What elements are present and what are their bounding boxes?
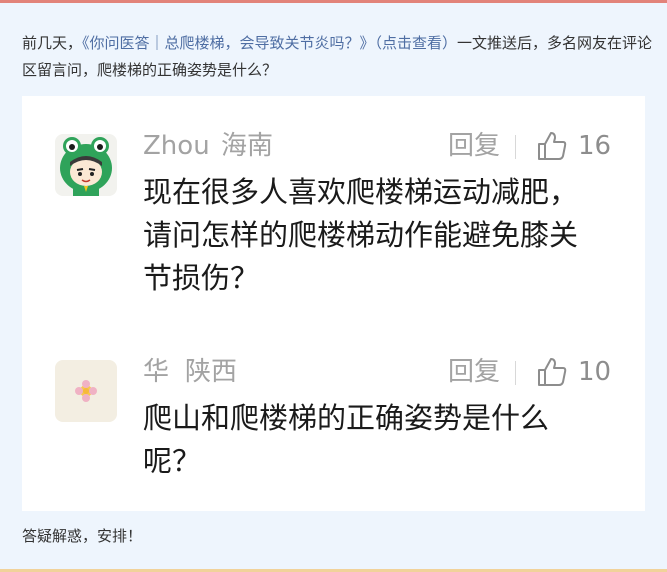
intro-prefix: 前几天，: [22, 34, 83, 52]
like-button[interactable]: 10: [536, 356, 636, 390]
footer-text: 答疑解惑，安排！: [22, 527, 143, 545]
intro-paragraph: 前几天，《你问医答｜总爬楼梯，会导致关节炎吗？》（点击查看）一文推送后，多名网友…: [22, 30, 654, 84]
action-divider: [515, 135, 516, 159]
thumbs-up-icon: [538, 358, 567, 386]
thumbs-up-icon: [538, 132, 567, 160]
reply-button[interactable]: 回复: [448, 356, 500, 388]
frog-hat-cartoon-avatar-icon[interactable]: [55, 134, 117, 196]
article-frame: 前几天，《你问医答｜总爬楼梯，会导致关节炎吗？》（点击查看）一文推送后，多名网友…: [0, 0, 667, 572]
like-count: 16: [578, 131, 612, 161]
comment-username[interactable]: 华: [143, 356, 169, 388]
article-link[interactable]: 《你问医答｜总爬楼梯，会导致关节炎吗？》（点击查看）: [82, 34, 457, 52]
flower-avatar-icon[interactable]: [55, 360, 117, 422]
action-divider: [515, 361, 516, 385]
like-button[interactable]: 16: [536, 130, 636, 164]
comment-text: 爬山和爬楼梯的正确姿势是什么呢？: [143, 401, 550, 478]
comment-text: 现在很多人喜欢爬楼梯运动减肥，请问怎样的爬楼梯动作能避免膝关节损伤？: [143, 175, 579, 295]
reply-button[interactable]: 回复: [448, 130, 500, 162]
comments-card: Zhou 海南 回复 16 现在很多人喜欢爬楼梯运动减肥，请问怎样的爬楼梯动作能…: [22, 96, 645, 511]
comment-location: 海南: [221, 131, 274, 161]
like-count: 10: [578, 357, 612, 387]
comment-location: 陕西: [185, 357, 238, 387]
comment-username[interactable]: Zhou: [143, 130, 210, 162]
